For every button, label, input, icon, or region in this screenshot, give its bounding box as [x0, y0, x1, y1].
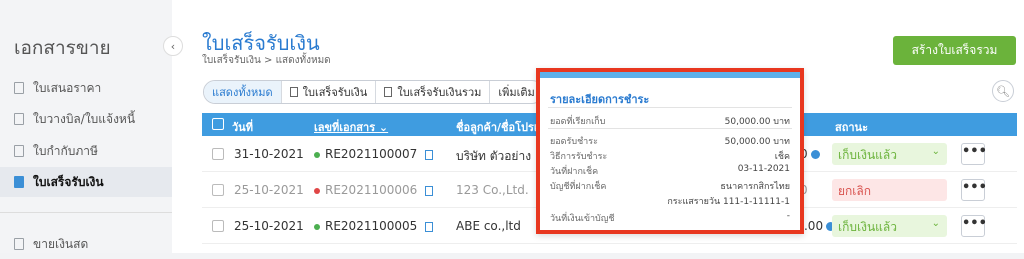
status-label: เก็บเงินแล้ว — [838, 148, 897, 162]
row-customer: บริษัท ตัวอย่าง 1 — [456, 149, 543, 163]
filter-receipt[interactable]: ใบเสร็จรับเงิน — [280, 81, 376, 103]
sidebar-item-billing-note[interactable]: ใบวางบิล/ใบแจ้งหนี้ — [0, 104, 172, 134]
document-icon — [289, 87, 298, 97]
breadcrumb: ใบเสร็จรับเงิน > แสดงทั้งหมด — [202, 55, 331, 66]
filter-label: ใบเสร็จรับเงินรวม — [397, 86, 482, 99]
payment-method-label: วิธีการรับชำระ — [550, 152, 608, 162]
create-combined-receipt-button[interactable]: สร้างใบเสร็จรวม — [893, 36, 1016, 65]
status-dot — [314, 151, 320, 158]
filter-label: ใบเสร็จรับเงิน — [302, 86, 368, 99]
cleared-date-value: - — [786, 211, 790, 221]
row-doc-no[interactable]: RE2021100007 — [314, 147, 434, 161]
copy-icon — [384, 87, 393, 97]
filter-show-all[interactable]: แสดงทั้งหมด — [204, 81, 281, 103]
document-icon[interactable] — [425, 185, 434, 196]
chevron-down-icon: ⌄ — [931, 146, 940, 157]
select-all-checkbox[interactable] — [212, 118, 224, 130]
sidebar-item-label: ใบวางบิล/ใบแจ้งหนี้ — [33, 111, 136, 126]
row-checkbox[interactable] — [212, 148, 224, 160]
doc-no-text: RE2021100005 — [325, 219, 418, 233]
column-customer[interactable]: ชื่อลูกค้า/ชื่อโปรเ — [456, 118, 538, 136]
document-icon — [14, 176, 24, 188]
chevron-down-icon: ⌄ — [931, 218, 940, 229]
amount-due-value: 50,000.00 บาท — [724, 117, 790, 127]
sidebar-item-cash-sale[interactable]: ขายเงินสด — [0, 229, 172, 259]
status-select[interactable]: เก็บเงินแล้ว ⌄ — [832, 215, 947, 237]
row-date: 25-10-2021 — [234, 219, 304, 233]
sidebar-item-label: ขายเงินสด — [33, 236, 89, 251]
more-actions-button[interactable]: ••• — [961, 215, 987, 237]
column-date[interactable]: วันที่ — [232, 118, 253, 136]
row-customer: 123 Co.,Ltd. — [456, 183, 529, 197]
filter-combined-receipt[interactable]: ใบเสร็จรับเงินรวม — [375, 81, 489, 103]
amount-due-label: ยอดที่เรียกเก็บ — [550, 117, 606, 127]
document-icon — [14, 113, 24, 125]
received-amount-label: ยอดรับชำระ — [550, 137, 598, 147]
document-icon — [14, 82, 24, 94]
row-checkbox[interactable] — [212, 184, 224, 196]
column-doc-no[interactable]: เลขที่เอกสาร ⌄ — [314, 118, 388, 136]
search-icon[interactable]: 🔍︎ — [992, 80, 1014, 102]
document-icon — [14, 238, 24, 250]
sidebar-divider — [0, 212, 172, 213]
column-status[interactable]: สถานะ — [835, 118, 868, 136]
row-doc-no[interactable]: RE2021100005 — [314, 219, 434, 233]
popup-divider — [548, 107, 792, 108]
row-checkbox[interactable] — [212, 220, 224, 232]
status-badge: ยกเลิก — [832, 179, 947, 201]
more-actions-button[interactable]: ••• — [961, 143, 987, 165]
deposit-account-number: กระแสรายวัน 111-1-11111-1 — [667, 197, 790, 207]
row-customer: ABE co.,ltd — [456, 219, 521, 233]
filter-bar: แสดงทั้งหมด ใบเสร็จรับเงิน ใบเสร็จรับเงิ… — [203, 80, 544, 104]
deposit-bank-value: ธนาคารกสิกรไทย — [720, 182, 790, 192]
row-doc-no[interactable]: RE2021100006 — [314, 183, 434, 197]
status-select[interactable]: เก็บเงินแล้ว ⌄ — [832, 143, 947, 165]
popup-title: รายละเอียดการชำระ — [550, 93, 650, 106]
document-icon — [14, 145, 24, 157]
more-actions-button[interactable]: ••• — [961, 179, 987, 201]
collapse-sidebar-icon[interactable]: ‹ — [163, 36, 183, 56]
status-dot — [314, 187, 320, 194]
sidebar: เอกสารขาย ใบเสนอราคา ใบวางบิล/ใบแจ้งหนี้… — [0, 0, 172, 253]
popup-topbar — [540, 72, 800, 78]
deposit-account-label: บัญชีที่ฝากเช็ค — [550, 182, 607, 192]
doc-no-text: RE2021100006 — [325, 183, 418, 197]
deposit-date-label: วันที่ฝากเช็ค — [550, 167, 599, 177]
status-label: เก็บเงินแล้ว — [838, 220, 897, 234]
status-dot — [314, 223, 320, 230]
row-date: 31-10-2021 — [234, 147, 304, 161]
sidebar-item-label: ใบเสร็จรับเงิน — [33, 174, 104, 189]
filter-more[interactable]: เพิ่มเติม — [489, 81, 542, 103]
sidebar-title: เอกสารขาย — [14, 37, 111, 59]
info-icon[interactable] — [810, 150, 820, 159]
sidebar-item-quotation[interactable]: ใบเสนอราคา — [0, 73, 172, 103]
sidebar-item-label: ใบเสนอราคา — [33, 80, 102, 95]
popup-divider — [548, 128, 792, 129]
cleared-date-label: วันที่เงินเข้าบัญชี — [550, 214, 615, 224]
filter-label: เพิ่มเติม — [498, 86, 535, 99]
sidebar-item-tax-invoice[interactable]: ใบกำกับภาษี — [0, 136, 172, 166]
document-icon[interactable] — [425, 221, 434, 232]
row-date: 25-10-2021 — [234, 183, 304, 197]
sidebar-item-label: ใบกำกับภาษี — [33, 143, 98, 158]
received-amount-value: 50,000.00 บาท — [724, 137, 790, 147]
filter-label: แสดงทั้งหมด — [212, 86, 273, 99]
sidebar-item-receipt[interactable]: ใบเสร็จรับเงิน — [0, 167, 172, 197]
payment-method-value: เช็ค — [774, 152, 790, 162]
document-icon[interactable] — [425, 149, 434, 160]
deposit-date-value: 03-11-2021 — [737, 164, 790, 174]
doc-no-text: RE2021100007 — [325, 147, 418, 161]
payment-details-popup: รายละเอียดการชำระ ยอดที่เรียกเก็บ 50,000… — [536, 68, 804, 234]
